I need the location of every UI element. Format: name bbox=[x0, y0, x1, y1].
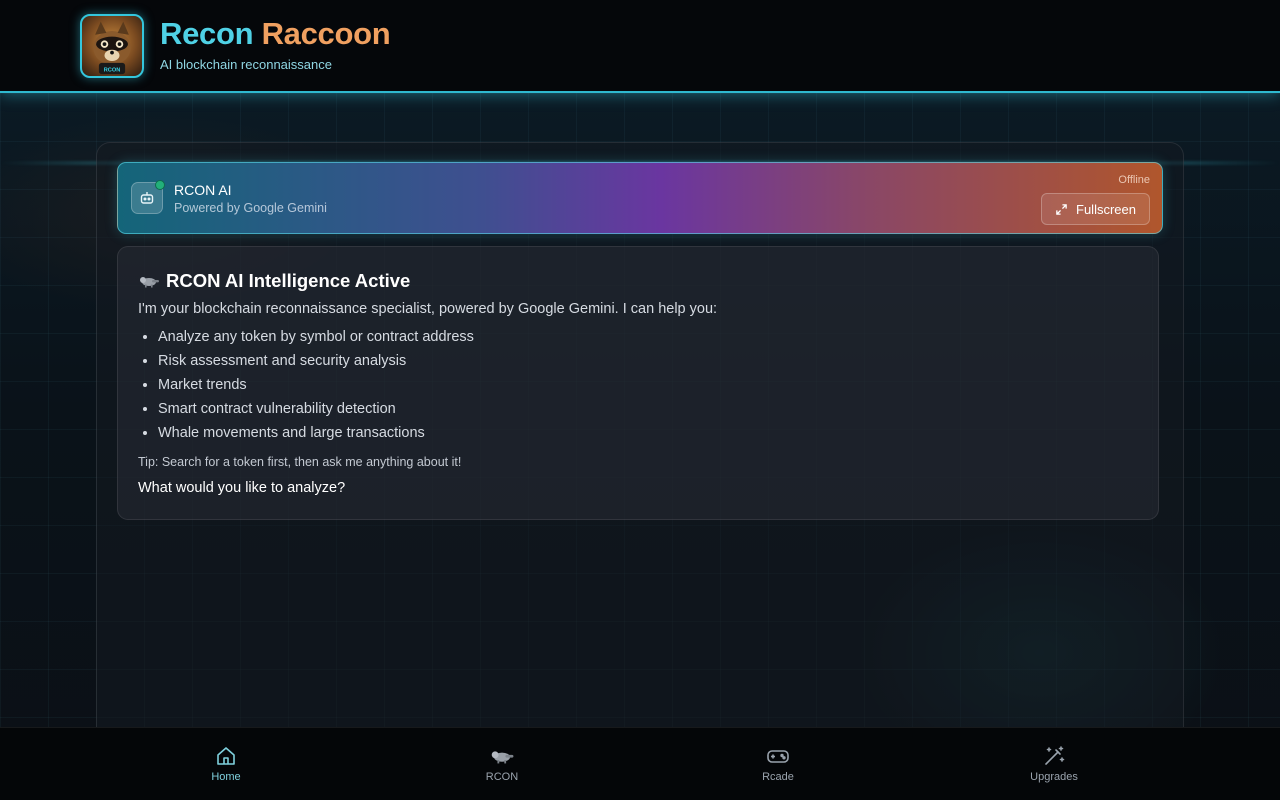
nav-item-upgrades[interactable]: Upgrades bbox=[984, 728, 1124, 800]
list-item: Analyze any token by symbol or contract … bbox=[158, 328, 474, 352]
connection-status: Offline bbox=[1118, 174, 1150, 186]
nav-item-home[interactable]: Home bbox=[156, 728, 296, 800]
assistant-name: RCON AI bbox=[174, 182, 232, 198]
nav-item-rcade[interactable]: Rcade bbox=[708, 728, 848, 800]
fullscreen-label: Fullscreen bbox=[1076, 201, 1136, 217]
message-intro: I'm your blockchain reconnaissance speci… bbox=[138, 301, 718, 317]
capability-list: Analyze any token by symbol or contract … bbox=[158, 328, 474, 448]
tip-text: Tip: Search for a token first, then ask … bbox=[138, 455, 462, 469]
message-title-text: RCON AI Intelligence Active bbox=[166, 270, 411, 291]
brand-word-recon: Recon bbox=[160, 16, 254, 51]
logo-text: RCON bbox=[104, 67, 121, 73]
nav-label-home: Home bbox=[211, 771, 241, 783]
chat-header: RCON AI Powered by Google Gemini Offline… bbox=[117, 162, 1163, 234]
nav-item-rcon[interactable]: RCON bbox=[432, 728, 572, 800]
list-item: Risk assessment and security analysis bbox=[158, 352, 474, 376]
fullscreen-button[interactable]: Fullscreen bbox=[1041, 193, 1150, 225]
list-item: Smart contract vulnerability detection bbox=[158, 400, 474, 424]
message-title: RCON AI Intelligence Active bbox=[138, 270, 410, 292]
prompt-question: What would you like to analyze? bbox=[138, 480, 346, 496]
home-icon bbox=[215, 744, 237, 768]
assistant-subtitle: Powered by Google Gemini bbox=[174, 201, 327, 215]
expand-icon bbox=[1056, 203, 1067, 215]
online-status-dot bbox=[155, 180, 165, 190]
nav-label-rcade: Rcade bbox=[762, 771, 794, 783]
gamepad-icon bbox=[766, 744, 790, 768]
raccoon-logo[interactable]: RCON bbox=[80, 14, 144, 78]
app-header: RCON Recon Raccoon AI blockchain reconna… bbox=[0, 0, 1280, 93]
bottom-nav: Home RCON Rcade Upgrades bbox=[0, 727, 1280, 800]
list-item: Whale movements and large transactions bbox=[158, 424, 474, 448]
app-tagline: AI blockchain reconnaissance bbox=[160, 57, 332, 72]
brand-word-raccoon: Raccoon bbox=[261, 16, 391, 51]
nav-label-rcon: RCON bbox=[485, 771, 519, 783]
app-title: Recon Raccoon bbox=[160, 16, 391, 52]
raccoon-icon bbox=[140, 277, 159, 288]
raccoon-icon bbox=[489, 744, 515, 768]
nav-label-upgrades: Upgrades bbox=[1030, 771, 1078, 783]
assistant-message: RCON AI Intelligence Active I'm your blo… bbox=[117, 246, 1159, 520]
list-item: Market trends bbox=[158, 376, 474, 400]
magic-wand-icon bbox=[1043, 744, 1065, 768]
